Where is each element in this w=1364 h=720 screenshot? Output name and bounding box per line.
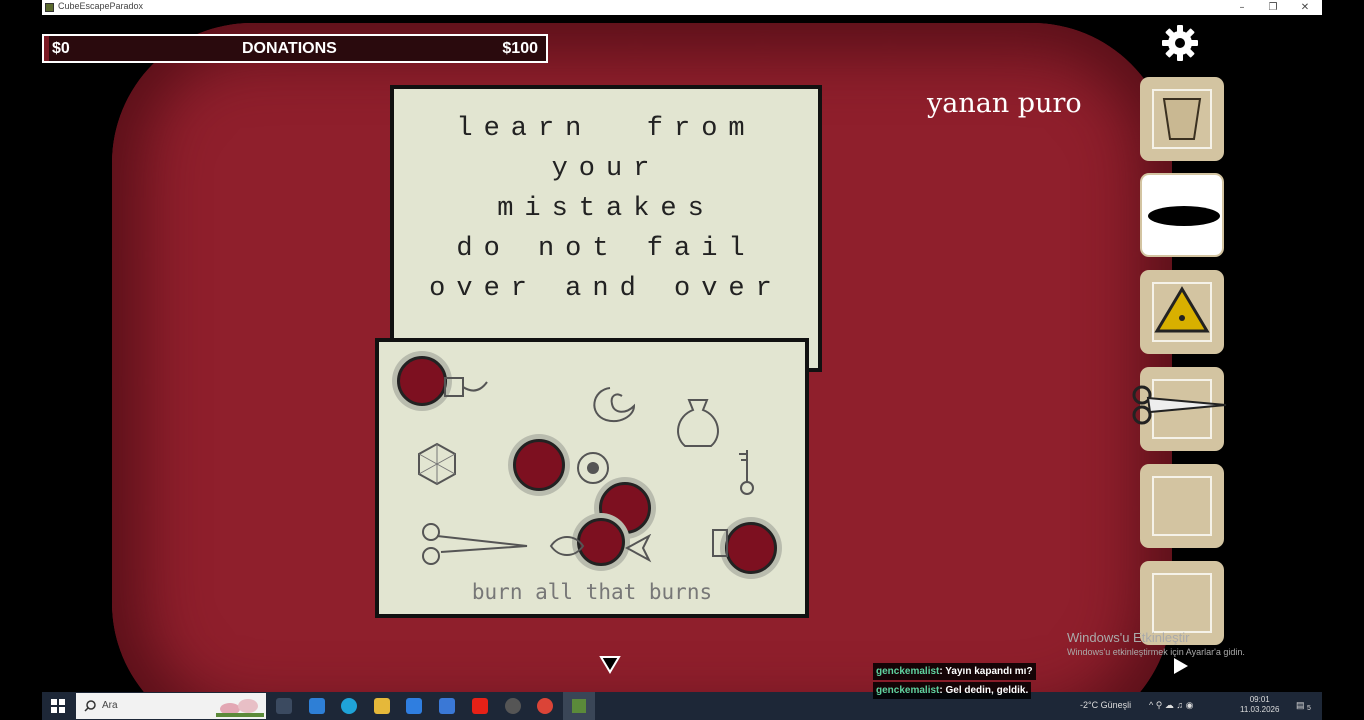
note-line: your: [551, 154, 661, 184]
clock-date: 11.03.2026: [1240, 705, 1280, 714]
chat-text: : Gel dedin, geldik.: [939, 685, 1029, 696]
puzzle-caption: burn all that burns: [471, 580, 713, 604]
target-sketch-icon: [577, 452, 609, 484]
burnt-hole: [725, 522, 777, 574]
riddle-note: learn from your mistakes do not fail ove…: [390, 85, 822, 372]
search-icon: [84, 700, 96, 712]
inventory-slot-2[interactable]: [1140, 173, 1224, 257]
glass-icon: [1162, 98, 1202, 140]
plug-sketch-icon: [444, 377, 488, 397]
youtube-icon[interactable]: [472, 698, 488, 714]
activation-watermark: Windows'u Etkinleştir Windows'u etkinleş…: [1067, 630, 1245, 657]
taskbar-app-icon[interactable]: [309, 698, 325, 714]
store-icon[interactable]: [406, 698, 422, 714]
stream-chat-overlay: genckemalist: Yayın kapandı mı? genckema…: [873, 663, 1273, 701]
fish-tail-sketch-icon: [625, 534, 652, 563]
watermark-line2: Windows'u etkinleştirmek için Ayarlar'a …: [1067, 647, 1245, 657]
donations-max: $100: [502, 40, 538, 57]
edge-browser-icon[interactable]: [341, 698, 357, 714]
windows-start-icon[interactable]: [51, 699, 65, 713]
cigar-icon: [1148, 206, 1220, 226]
window-titlebar[interactable]: CubeEscapeParadox – ❐ ✕: [42, 0, 1322, 15]
minimize-button[interactable]: –: [1227, 0, 1257, 15]
taskbar-search-box[interactable]: Ara: [76, 693, 266, 719]
burnt-hole: [513, 439, 565, 491]
restore-button[interactable]: ❐: [1258, 0, 1288, 15]
inventory-slot-5[interactable]: [1140, 464, 1224, 548]
note-line: learn from: [456, 114, 756, 144]
note-line: mistakes: [497, 194, 715, 224]
burn-puzzle-paper[interactable]: burn all that burns: [375, 338, 809, 618]
book-sketch-icon: [712, 529, 728, 557]
mail-icon[interactable]: [439, 698, 455, 714]
note-line: do not fail: [456, 234, 756, 264]
chat-message: genckemalist: Yayın kapandı mı?: [873, 663, 1036, 680]
chat-username: genckemalist: [876, 685, 940, 696]
key-sketch-icon: [739, 450, 754, 495]
shell-sketch-icon: [593, 387, 636, 422]
chrome-icon[interactable]: [537, 698, 553, 714]
selected-item-name: yanan puro: [927, 88, 1082, 119]
vase-sketch-icon: [677, 399, 719, 447]
inventory-slot-3[interactable]: [1140, 270, 1224, 354]
cube-icon: [572, 699, 586, 713]
fish-sketch-icon: [549, 536, 585, 556]
notification-icon[interactable]: ▤: [1296, 700, 1305, 711]
donations-min: $0: [52, 40, 70, 57]
app-icon: [45, 3, 54, 12]
task-view-icon[interactable]: [276, 698, 292, 714]
notification-count: 5: [1307, 705, 1311, 712]
tray-icons[interactable]: ^ ⚲ ☁ ♫ ◉: [1149, 700, 1193, 711]
donations-bar: $0 DONATIONS $100: [42, 34, 548, 63]
donations-title: DONATIONS: [242, 40, 337, 57]
watermark-line1: Windows'u Etkinleştir: [1067, 630, 1190, 645]
note-line: over and over: [429, 274, 783, 304]
scissors-sketch-icon: [422, 523, 528, 565]
weather-text[interactable]: -2°C Güneşli: [1080, 700, 1131, 710]
settings-gear-icon[interactable]: [1160, 23, 1200, 63]
search-highlight-flowers-icon: [216, 699, 264, 717]
triangle-eye-icon: [1154, 286, 1210, 333]
inventory-slot-1[interactable]: [1140, 77, 1224, 161]
file-explorer-icon[interactable]: [374, 698, 390, 714]
burnt-hole: [397, 356, 447, 406]
navigate-down-arrow-icon[interactable]: [598, 652, 622, 676]
search-placeholder: Ara: [102, 700, 118, 711]
obs-icon[interactable]: [505, 698, 521, 714]
cube-escape-app-icon[interactable]: [563, 692, 595, 720]
close-button[interactable]: ✕: [1290, 0, 1320, 15]
donations-progress-fill: [44, 36, 50, 61]
chat-message: genckemalist: Gel dedin, geldik.: [873, 682, 1032, 699]
chat-text: : Yayın kapandı mı?: [939, 666, 1033, 677]
slot-frame: [1152, 573, 1212, 633]
gem-sketch-icon: [418, 442, 456, 486]
slot-frame: [1152, 476, 1212, 536]
game-viewport[interactable]: $0 DONATIONS $100 learn from your mistak…: [42, 15, 1322, 692]
scissors-icon: [1132, 385, 1227, 425]
window-title: CubeEscapeParadox: [58, 1, 144, 11]
chat-username: genckemalist: [876, 666, 940, 677]
